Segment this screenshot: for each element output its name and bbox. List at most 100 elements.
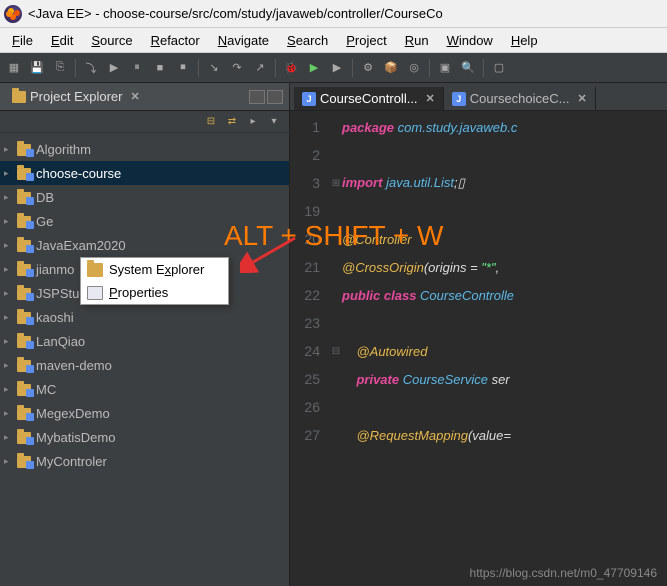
project-label: MyControler xyxy=(36,454,107,469)
fold-icon[interactable]: ⊟ xyxy=(330,346,342,357)
ctx-properties[interactable]: Properties xyxy=(81,281,228,304)
menu-search[interactable]: Search xyxy=(279,30,336,51)
close-icon[interactable]: ✕ xyxy=(577,92,586,105)
fold-icon[interactable]: ⊞ xyxy=(330,178,342,189)
code-editor[interactable]: 1package com.study.javaweb.c23⊞import ja… xyxy=(290,111,667,449)
collapse-all-icon[interactable]: ⊟ xyxy=(202,113,220,131)
menu-file[interactable]: File xyxy=(4,30,41,51)
new-server-icon[interactable]: ⚙ xyxy=(358,58,378,78)
code-line[interactable]: 27 @RequestMapping(value= xyxy=(290,421,667,449)
project-algorithm[interactable]: ▸Algorithm xyxy=(0,137,289,161)
expand-icon[interactable]: ▸ xyxy=(4,168,14,179)
save-all-icon[interactable]: ⎘ xyxy=(50,58,70,78)
expand-icon[interactable]: ▸ xyxy=(4,336,14,347)
project-icon xyxy=(17,142,33,156)
debug-stop-icon[interactable]: ■ xyxy=(150,58,170,78)
new-icon[interactable]: ▦ xyxy=(4,58,24,78)
ctx-system-explorer[interactable]: System Explorer xyxy=(81,258,228,281)
project-mycontroler[interactable]: ▸ MyControler xyxy=(0,449,289,473)
minimize-icon[interactable] xyxy=(249,90,265,104)
project-mc[interactable]: ▸MC xyxy=(0,377,289,401)
close-icon[interactable]: ✕ xyxy=(426,92,435,105)
ctx-label: System Explorer xyxy=(109,262,204,277)
menu-navigate[interactable]: Navigate xyxy=(210,30,277,51)
menu-project[interactable]: Project xyxy=(338,30,394,51)
project-icon xyxy=(17,190,33,204)
editor-tab[interactable]: JCoursechoiceC...✕ xyxy=(444,87,596,110)
expand-icon[interactable]: ▸ xyxy=(4,264,14,275)
menu-help[interactable]: Help xyxy=(503,30,546,51)
expand-icon[interactable]: ▸ xyxy=(4,192,14,203)
menu-edit[interactable]: Edit xyxy=(43,30,81,51)
expand-icon[interactable]: ▸ xyxy=(4,288,14,299)
code-line[interactable]: 3⊞import java.util.List;▯ xyxy=(290,169,667,197)
expand-icon[interactable]: ▸ xyxy=(4,216,14,227)
menu-refactor[interactable]: Refactor xyxy=(143,30,208,51)
close-icon[interactable]: ✕ xyxy=(130,90,139,103)
project-icon xyxy=(17,166,33,180)
expand-icon[interactable]: ▸ xyxy=(4,312,14,323)
project-kaoshi[interactable]: ▸ kaoshi xyxy=(0,305,289,329)
focus-icon[interactable]: ▸ xyxy=(244,113,262,131)
debug-pause-icon[interactable]: ⏸ xyxy=(127,58,147,78)
expand-icon[interactable]: ▸ xyxy=(4,360,14,371)
project-db[interactable]: ▸DB xyxy=(0,185,289,209)
code-line[interactable]: 23 xyxy=(290,309,667,337)
line-number: 25 xyxy=(290,371,330,387)
watermark: https://blog.csdn.net/m0_47709146 xyxy=(470,566,657,580)
code-line[interactable]: 21@CrossOrigin(origins = "*", xyxy=(290,253,667,281)
project-megexdemo[interactable]: ▸MegexDemo xyxy=(0,401,289,425)
maximize-icon[interactable] xyxy=(267,90,283,104)
project-maven-demo[interactable]: ▸maven-demo xyxy=(0,353,289,377)
save-icon[interactable]: 💾 xyxy=(27,58,47,78)
step-over-icon[interactable]: ↷ xyxy=(227,58,247,78)
explorer-tab[interactable]: Project Explorer ✕ xyxy=(6,86,146,107)
code-line[interactable]: 1package com.study.javaweb.c xyxy=(290,113,667,141)
menu-run[interactable]: Run xyxy=(397,30,437,51)
debug-disconnect-icon[interactable]: ⏹ xyxy=(173,58,193,78)
step-into-icon[interactable]: ↘ xyxy=(204,58,224,78)
main-toolbar: ▦ 💾 ⎘ ⤵ ▶ ⏸ ■ ⏹ ↘ ↷ ↗ 🐞 ▶ ▶ ⚙ 📦 ◎ ▣ 🔍 ▢ xyxy=(0,53,667,83)
editor-tab[interactable]: JCourseControll...✕ xyxy=(294,87,444,110)
debug-resume-icon[interactable]: ▶ xyxy=(104,58,124,78)
editor-area: JCourseControll...✕JCoursechoiceC...✕ 1p… xyxy=(290,83,667,586)
code-line[interactable]: 26 xyxy=(290,393,667,421)
expand-icon[interactable]: ▸ xyxy=(4,240,14,251)
project-lanqiao[interactable]: ▸LanQiao xyxy=(0,329,289,353)
expand-icon[interactable]: ▸ xyxy=(4,144,14,155)
project-icon xyxy=(17,238,33,252)
explorer-toolbar: ⊟ ⇄ ▸ ▾ xyxy=(0,111,289,133)
expand-icon[interactable]: ▸ xyxy=(4,384,14,395)
expand-icon[interactable]: ▸ xyxy=(4,408,14,419)
debug-icon[interactable]: 🐞 xyxy=(281,58,301,78)
project-choose-course[interactable]: ▸choose-course xyxy=(0,161,289,185)
project-label: MybatisDemo xyxy=(36,430,115,445)
view-menu-icon[interactable]: ▾ xyxy=(265,113,283,131)
code-line[interactable]: 24⊟ @Autowired xyxy=(290,337,667,365)
new-type-icon[interactable]: ◎ xyxy=(404,58,424,78)
properties-icon xyxy=(87,286,103,300)
terminal-icon[interactable]: ▢ xyxy=(489,58,509,78)
link-editor-icon[interactable]: ⇄ xyxy=(223,113,241,131)
eclipse-icon xyxy=(4,5,22,23)
code-line[interactable]: 2 xyxy=(290,141,667,169)
expand-icon[interactable]: ▸ xyxy=(4,456,14,467)
step-out-icon[interactable]: ↗ xyxy=(250,58,270,78)
ext-tools-icon[interactable]: ▶ xyxy=(327,58,347,78)
menu-source[interactable]: Source xyxy=(83,30,140,51)
window-title: <Java EE> - choose-course/src/com/study/… xyxy=(28,6,443,21)
project-icon xyxy=(17,454,33,468)
debug-skip-icon[interactable]: ⤵ xyxy=(81,58,101,78)
run-icon[interactable]: ▶ xyxy=(304,58,324,78)
search-icon[interactable]: 🔍 xyxy=(458,58,478,78)
code-line[interactable]: 22public class CourseControlle xyxy=(290,281,667,309)
open-type-icon[interactable]: ▣ xyxy=(435,58,455,78)
code-line[interactable]: 25 private CourseService ser xyxy=(290,365,667,393)
menu-window[interactable]: Window xyxy=(439,30,501,51)
expand-icon[interactable]: ▸ xyxy=(4,432,14,443)
line-number: 22 xyxy=(290,287,330,303)
project-mybatisdemo[interactable]: ▸ MybatisDemo xyxy=(0,425,289,449)
project-icon xyxy=(17,430,33,444)
project-label: kaoshi xyxy=(36,310,74,325)
new-package-icon[interactable]: 📦 xyxy=(381,58,401,78)
